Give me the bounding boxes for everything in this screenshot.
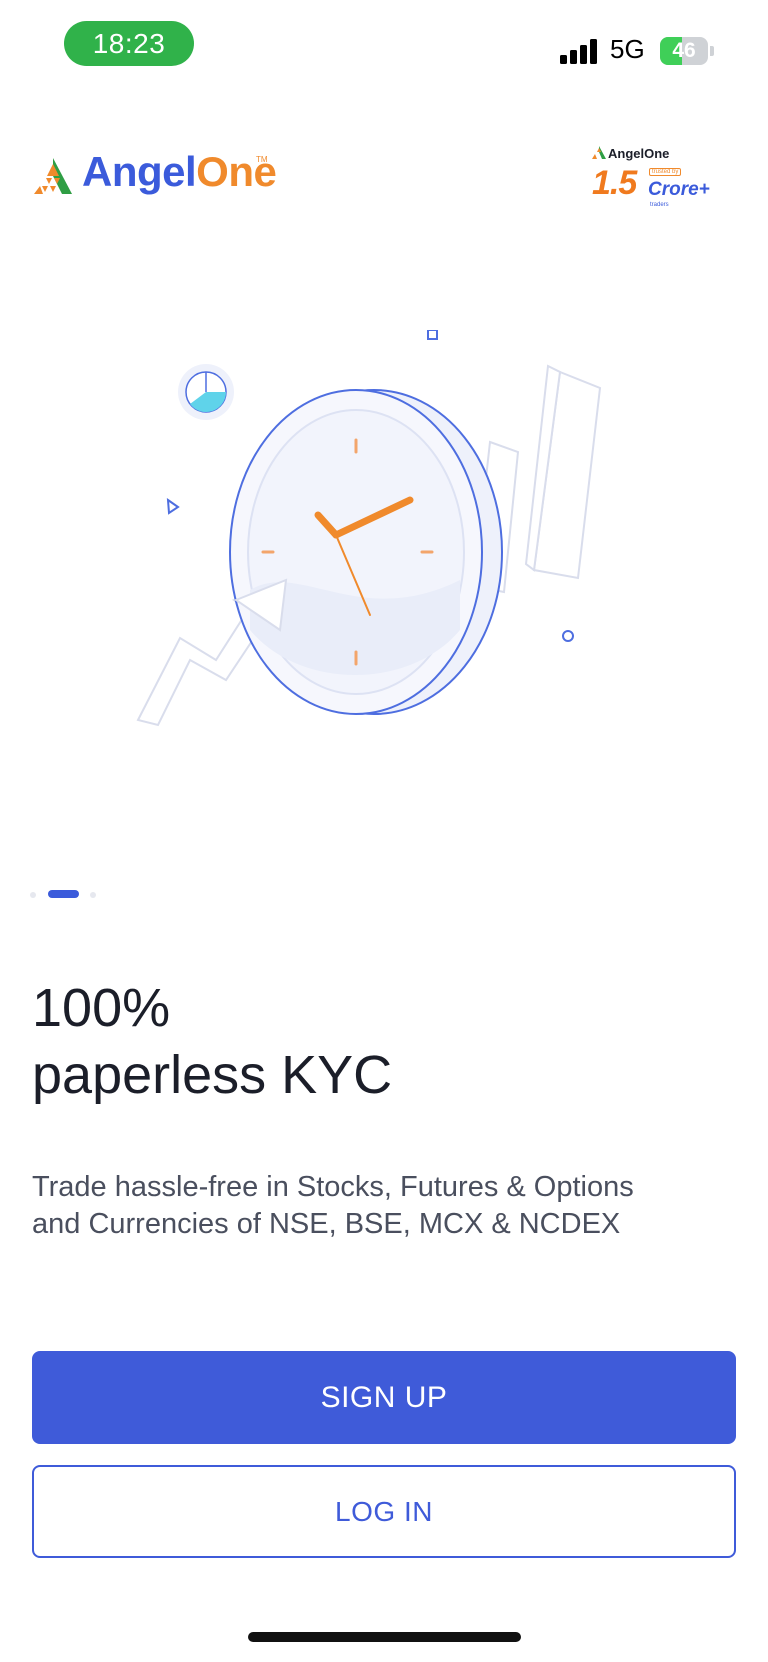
status-bar: 18:23 5G 46: [0, 0, 768, 100]
crore-traders-badge: AngelOne 1.5 trusted by Crore+ traders: [588, 142, 718, 212]
headline: 100% paperless KYC: [32, 975, 732, 1109]
carousel-dot-active[interactable]: [48, 890, 79, 898]
status-time: 18:23: [64, 21, 194, 66]
battery-icon: 46: [660, 37, 708, 65]
home-indicator[interactable]: [248, 1632, 521, 1642]
clock-chart-illustration: [130, 329, 650, 770]
headline-line1: 100%: [32, 978, 171, 1038]
sign-up-button[interactable]: SIGN UP: [32, 1351, 736, 1444]
description: Trade hassle-free in Stocks, Futures & O…: [32, 1169, 752, 1243]
badge-mini-label: trusted by: [649, 168, 682, 176]
logo-mark-icon: [34, 158, 72, 194]
badge-sub-label: traders: [650, 202, 669, 208]
cellular-signal-icon: [560, 38, 600, 64]
headline-line2: paperless KYC: [32, 1045, 393, 1105]
badge-word: Crore+: [648, 179, 710, 200]
brand-name-part1: Angel: [82, 148, 197, 195]
pie-chart-shape: [178, 364, 234, 420]
badge-brand-name: AngelOne: [608, 146, 670, 161]
carousel-dot[interactable]: [90, 892, 96, 898]
trademark-mark: TM: [256, 155, 268, 164]
badge-logo-mark-icon: [592, 146, 606, 159]
battery-cap: [710, 46, 714, 56]
log-in-button[interactable]: LOG IN: [32, 1465, 736, 1558]
network-type: 5G: [610, 34, 645, 64]
badge-figure: 1.5: [592, 164, 637, 202]
description-line2: and Currencies of NSE, BSE, MCX & NCDEX: [32, 1208, 621, 1240]
brand-name: AngelOne: [82, 148, 277, 196]
carousel-dot[interactable]: [30, 892, 36, 898]
carousel-indicator: [30, 890, 110, 900]
battery-percent: 46: [672, 39, 696, 62]
description-line1: Trade hassle-free in Stocks, Futures & O…: [32, 1171, 634, 1203]
